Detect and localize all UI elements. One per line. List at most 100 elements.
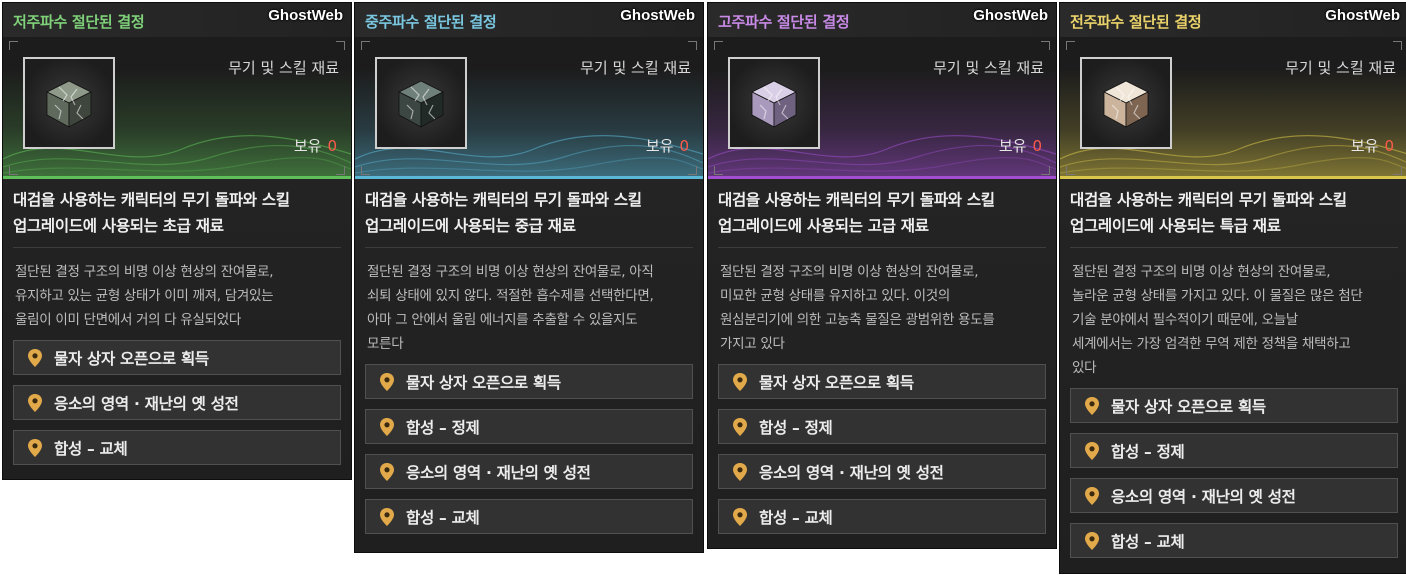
corner-bracket [688, 166, 697, 175]
source-label: 합성 – 정제 [759, 418, 833, 437]
item-lore: 절단된 결정 구조의 비명 이상 현상의 잔여물로, 놀라운 균형 상태를 가지고… [1060, 248, 1406, 386]
lore-line: 유지하고 있는 균형 상태가 이미 깨져, 담겨있는 [15, 288, 274, 304]
item-summary: 대검을 사용하는 캐릭터의 무기 돌파와 스킬 업그레이드에 사용되는 특급 재료 [1060, 179, 1406, 247]
lore-line: 놀라운 균형 상태를 가지고 있다. 이 물질은 많은 첨단 [1072, 288, 1363, 304]
item-category: 무기 및 스킬 재료 [228, 59, 339, 77]
item-icon-frame [23, 57, 115, 149]
source-button[interactable]: 물자 상자 오픈으로 획득 [13, 340, 341, 375]
location-pin-icon [28, 393, 42, 412]
item-category: 무기 및 스킬 재료 [1285, 59, 1396, 77]
summary-line: 업그레이드에 사용되는 고급 재료 [718, 217, 929, 235]
source-button[interactable]: 합성 – 교체 [13, 430, 341, 465]
location-pin-icon [380, 462, 394, 481]
accent-line [355, 176, 703, 179]
source-label: 합성 – 정제 [406, 418, 480, 437]
corner-bracket [1066, 166, 1075, 175]
item-title: 저주파수 절단된 결정 [13, 13, 145, 31]
location-pin-icon [28, 438, 42, 457]
corner-bracket [1066, 41, 1075, 50]
item-title: 중주파수 절단된 결정 [365, 13, 497, 31]
lore-line: 있다 [1072, 360, 1097, 376]
source-button[interactable]: 물자 상자 오픈으로 획득 [1070, 388, 1398, 423]
source-button[interactable]: 합성 – 교체 [365, 499, 693, 534]
corner-bracket [1041, 41, 1050, 50]
source-button[interactable]: 응소의 영역 · 재난의 옛 성전 [1070, 478, 1398, 513]
owned-label: 보유 [1350, 137, 1379, 155]
owned-label: 보유 [293, 137, 322, 155]
location-pin-icon [1085, 396, 1099, 415]
source-button[interactable]: 합성 – 정제 [365, 409, 693, 444]
source-button[interactable]: 응소의 영역 · 재난의 옛 성전 [718, 454, 1046, 489]
gold-crystal-cube-icon [1103, 80, 1149, 128]
source-label: 합성 – 교체 [54, 439, 128, 458]
item-title: 전주파수 절단된 결정 [1070, 13, 1202, 31]
gray-crystal-cube-icon [46, 80, 92, 128]
summary-line: 대검을 사용하는 캐릭터의 무기 돌파와 스킬 [1070, 191, 1347, 209]
source-label: 물자 상자 오픈으로 획득 [406, 373, 561, 392]
source-button[interactable]: 합성 – 교체 [1070, 523, 1398, 558]
lore-line: 미묘한 균형 상태를 유지하고 있다. 이것의 [720, 288, 950, 304]
location-pin-icon [733, 462, 747, 481]
location-pin-icon [733, 507, 747, 526]
card-header: 저주파수 절단된 결정 GhostWeb [3, 3, 351, 37]
lore-line: 가지고 있다 [720, 336, 785, 352]
source-button[interactable]: 응소의 영역 · 재난의 옛 성전 [365, 454, 693, 489]
item-card: 저주파수 절단된 결정 GhostWeb 무기 및 스킬 재료 보유 0 대검을 사용하는… [2, 2, 352, 480]
watermark: GhostWeb [268, 7, 343, 24]
owned-count: 0 [1384, 137, 1394, 155]
summary-line: 대검을 사용하는 캐릭터의 무기 돌파와 스킬 [365, 191, 642, 209]
location-pin-icon [733, 417, 747, 436]
source-list: 물자 상자 오픈으로 획득합성 – 정제응소의 영역 · 재난의 옛 성전합성 … [355, 362, 703, 534]
source-label: 합성 – 교체 [1111, 532, 1185, 551]
lore-line: 절단된 결정 구조의 비명 이상 현상의 잔여물로, [1072, 264, 1331, 280]
item-lore: 절단된 결정 구조의 비명 이상 현상의 잔여물로, 아직 쇠퇴 상태에 있지 않… [355, 248, 703, 362]
card-header: 고주파수 절단된 결정 GhostWeb [708, 3, 1056, 37]
item-hero: 무기 및 스킬 재료 보유 0 [708, 37, 1056, 179]
watermark: GhostWeb [620, 7, 695, 24]
location-pin-icon [28, 348, 42, 367]
source-label: 합성 – 교체 [406, 508, 480, 527]
card-header: 전주파수 절단된 결정 GhostWeb [1060, 3, 1406, 37]
accent-line [1060, 176, 1406, 179]
corner-bracket [714, 41, 723, 50]
source-button[interactable]: 합성 – 교체 [718, 499, 1046, 534]
item-summary: 대검을 사용하는 캐릭터의 무기 돌파와 스킬업그레이드에 사용되는 중급 재료 [355, 179, 703, 247]
owned-quantity: 보유 0 [1351, 135, 1394, 156]
corner-bracket [361, 166, 370, 175]
violet-crystal-cube-icon [751, 80, 797, 128]
source-list: 물자 상자 오픈으로 획득응소의 영역 · 재난의 옛 성전합성 – 교체 [3, 338, 351, 465]
item-icon-frame [728, 57, 820, 149]
source-label: 응소의 영역 · 재난의 옛 성전 [54, 394, 239, 413]
source-label: 합성 – 정제 [1111, 442, 1185, 461]
source-label: 물자 상자 오픈으로 획득 [54, 349, 209, 368]
watermark: GhostWeb [973, 7, 1048, 24]
lore-line: 아마 그 안에서 울림 에너지를 추출할 수 있을지도 [367, 312, 638, 328]
source-button[interactable]: 물자 상자 오픈으로 획득 [718, 364, 1046, 399]
item-card: 전주파수 절단된 결정 GhostWeb 무기 및 스킬 재료보유 0 대검을 사용하는… [1059, 2, 1406, 574]
lore-line: 절단된 결정 구조의 비명 이상 현상의 잔여물로, [720, 264, 979, 280]
owned-count: 0 [679, 137, 689, 155]
lore-line: 쇠퇴 상태에 있지 않다. 적절한 흡수제를 선택한다면, [367, 288, 654, 304]
corner-bracket [688, 41, 697, 50]
item-title: 고주파수 절단된 결정 [718, 13, 850, 31]
dark-crystal-cube-icon [398, 80, 444, 128]
owned-quantity: 보유 0 [294, 135, 337, 156]
source-button[interactable]: 합성 – 정제 [718, 409, 1046, 444]
source-button[interactable]: 응소의 영역 · 재난의 옛 성전 [13, 385, 341, 420]
item-lore: 절단된 결정 구조의 비명 이상 현상의 잔여물로, 미묘한 균형 상태를 유지하… [708, 248, 1056, 362]
location-pin-icon [380, 507, 394, 526]
source-label: 물자 상자 오픈으로 획득 [759, 373, 914, 392]
source-button[interactable]: 물자 상자 오픈으로 획득 [365, 364, 693, 399]
source-label: 응소의 영역 · 재난의 옛 성전 [1111, 487, 1296, 506]
source-label: 응소의 영역 · 재난의 옛 성전 [406, 463, 591, 482]
owned-quantity: 보유 0 [999, 135, 1042, 156]
location-pin-icon [1085, 486, 1099, 505]
owned-label: 보유 [998, 137, 1027, 155]
item-hero: 무기 및 스킬 재료보유 0 [1060, 37, 1406, 179]
accent-line [708, 176, 1056, 179]
lore-line: 모른다 [367, 336, 404, 352]
source-button[interactable]: 합성 – 정제 [1070, 433, 1398, 468]
owned-count: 0 [1032, 137, 1042, 155]
summary-line: 업그레이드에 사용되는 중급 재료 [365, 217, 576, 235]
item-icon-frame [1080, 57, 1172, 149]
